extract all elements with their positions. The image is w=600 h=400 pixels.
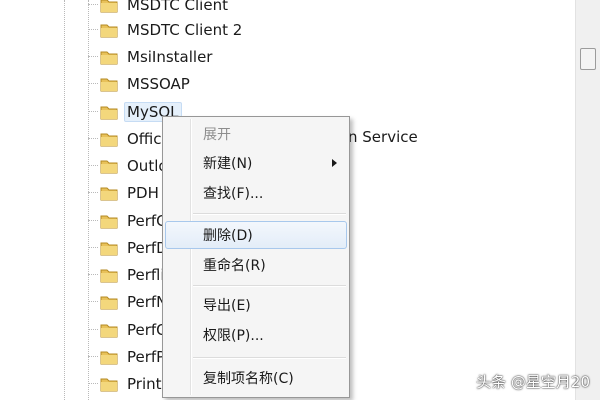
tree-item-perfn[interactable]: PerfN xyxy=(88,288,170,315)
menu-separator xyxy=(193,357,346,359)
tree-item-perfd[interactable]: PerfD xyxy=(88,234,171,261)
folder-icon xyxy=(100,21,118,39)
menu-item-export[interactable]: 导出(E) xyxy=(165,291,347,319)
tree-item-mssoap[interactable]: MSSOAP xyxy=(88,70,193,97)
folder-icon xyxy=(100,130,118,148)
vertical-scrollbar[interactable] xyxy=(575,0,600,400)
folder-icon xyxy=(100,321,118,339)
folder-icon xyxy=(100,293,118,311)
folder-icon xyxy=(100,103,118,121)
tree-guide-line xyxy=(64,0,65,400)
folder-icon xyxy=(100,75,118,93)
folder-icon xyxy=(100,239,118,257)
menu-item-copy-key-name[interactable]: 复制项名称(C) xyxy=(165,364,347,392)
menu-item-delete[interactable]: 删除(D) xyxy=(165,221,347,249)
tree-item-outlook[interactable]: Outlo xyxy=(88,152,171,179)
menu-item-expand[interactable]: 展开 xyxy=(165,120,347,148)
folder-icon xyxy=(100,184,118,202)
tree-item-office[interactable]: Office xyxy=(88,125,174,152)
tree-item-msiinstaller[interactable]: MsiInstaller xyxy=(88,43,215,70)
menu-separator xyxy=(193,213,346,215)
menu-separator xyxy=(193,285,346,287)
folder-icon xyxy=(100,48,118,66)
tree-item-perfc[interactable]: PerfC xyxy=(88,207,170,234)
watermark-text: 头条 @星空月20 xyxy=(476,373,590,391)
tree-item-perfo[interactable]: PerfO xyxy=(88,316,171,343)
folder-icon xyxy=(100,212,118,230)
folder-icon xyxy=(100,157,118,175)
folder-icon xyxy=(100,266,118,284)
tree-item-msdtc-client-2[interactable]: MSDTC Client 2 xyxy=(88,16,245,43)
submenu-arrow-icon xyxy=(332,159,337,167)
scrollbar-thumb[interactable] xyxy=(580,48,596,70)
menu-item-new[interactable]: 新建(N) xyxy=(165,149,347,177)
folder-icon xyxy=(100,348,118,366)
folder-icon xyxy=(100,0,118,14)
menu-item-permissions[interactable]: 权限(P)... xyxy=(165,321,347,349)
menu-item-find[interactable]: 查找(F)... xyxy=(165,179,347,207)
tree-item-partial-text: n Service xyxy=(348,128,418,146)
folder-icon xyxy=(100,375,118,393)
context-menu: 展开 新建(N) 查找(F)... 删除(D) 重命名(R) 导出(E) 权限(… xyxy=(162,116,350,398)
menu-item-rename[interactable]: 重命名(R) xyxy=(165,251,347,279)
tree-item-pdh[interactable]: PDH xyxy=(88,179,162,206)
